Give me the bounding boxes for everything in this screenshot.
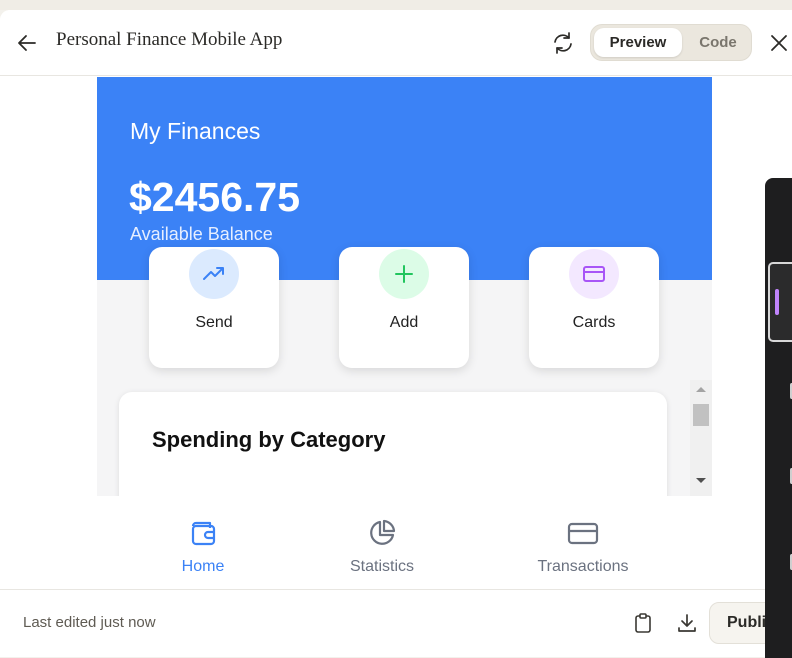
back-button[interactable] [14,30,40,56]
refresh-icon [554,32,572,54]
window-footer: Last edited just now Publish [0,589,792,657]
credit-card-icon [583,266,605,282]
close-button[interactable] [766,30,792,56]
artifact-window: Personal Finance Mobile App Preview Code… [0,10,792,657]
download-button[interactable] [675,611,699,635]
trending-up-icon [203,267,224,280]
app-preview: My Finances $2456.75 Available Balance S… [97,77,712,496]
balance-caption: Available Balance [130,224,273,244]
nav-transactions-label: Transactions [537,558,629,575]
arrow-left-icon [18,35,36,51]
cards-action-card[interactable]: Cards [529,247,659,368]
refresh-button[interactable] [550,30,576,56]
side-panel [765,178,792,658]
last-edited-status: Last edited just now [23,614,156,631]
top-strip [0,0,792,10]
spending-title: Spending by Category [152,427,386,452]
send-icon-circle [189,249,239,299]
nav-statistics-label: Statistics [349,558,414,575]
side-panel-active-item[interactable] [768,262,792,342]
clipboard-icon [635,613,651,633]
bottom-nav: Home Statistics Transactions [97,496,712,589]
send-label: Send [195,314,233,331]
nav-home[interactable]: Home [157,496,249,589]
balance-amount: $2456.75 [129,174,301,220]
cards-icon-circle [569,249,619,299]
scroll-down-arrow[interactable] [690,474,712,488]
credit-card-icon [567,522,599,545]
code-tab[interactable]: Code [685,28,751,57]
nav-home-label: Home [181,558,225,575]
active-accent [775,289,779,315]
scroll-thumb[interactable] [693,404,709,426]
download-icon [678,614,696,632]
spending-card: Spending by Category [119,392,667,496]
scrollbar[interactable] [690,380,712,496]
cards-label: Cards [572,314,616,331]
nav-transactions[interactable]: Transactions [529,496,637,589]
scroll-up-arrow[interactable] [690,382,712,396]
view-toggle: Preview Code [590,24,752,61]
window-title: Personal Finance Mobile App [56,29,283,50]
send-action-card[interactable]: Send [149,247,279,368]
add-icon-circle [379,249,429,299]
nav-statistics[interactable]: Statistics [335,496,429,589]
preview-tab[interactable]: Preview [594,28,682,57]
hero-title: My Finances [130,118,261,144]
close-icon [771,35,787,51]
plus-icon [395,265,413,283]
pie-chart-icon [370,519,396,545]
wallet-icon [191,521,216,546]
copy-button[interactable] [631,611,655,635]
add-action-card[interactable]: Add [339,247,469,368]
window-header: Personal Finance Mobile App Preview Code [0,10,792,76]
add-label: Add [389,314,419,331]
